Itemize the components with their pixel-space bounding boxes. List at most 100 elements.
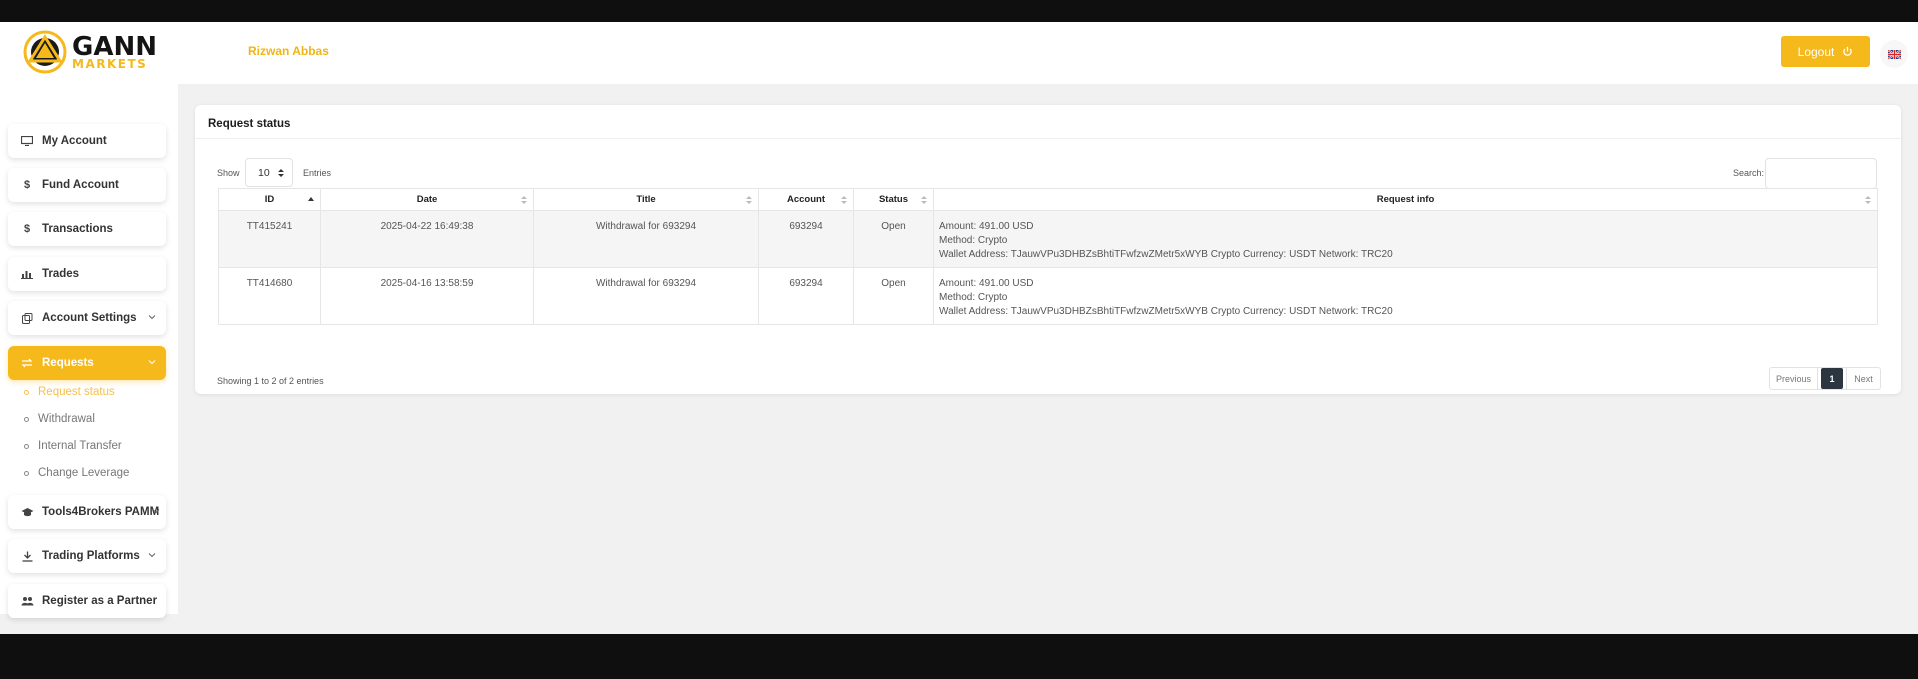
sidebar-item-tools4brokers-pamm[interactable]: Tools4Brokers PAMM (8, 495, 166, 529)
cell-date: 2025-04-16 13:58:59 (320, 267, 534, 325)
table-info-text: Showing 1 to 2 of 2 entries (217, 376, 324, 386)
select-caret-icon (278, 169, 284, 177)
swap-icon (20, 358, 34, 368)
info-amount: Amount: 491.00 USD (939, 278, 1034, 289)
info-wallet: Wallet Address: TJauwVPu3DHBZsBhtiTFwfzw… (939, 249, 1393, 260)
bullet-icon (24, 389, 29, 395)
sidebar-item-label: Transactions (42, 223, 113, 235)
download-icon (20, 551, 34, 562)
sidebar-item-label: Requests (42, 357, 94, 369)
sidebar-item-label: Account Settings (42, 312, 137, 324)
logout-label: Logout (1797, 44, 1835, 59)
pagination-previous-button[interactable]: Previous (1770, 368, 1818, 389)
users-icon (20, 596, 34, 606)
sort-icon (1865, 196, 1871, 204)
uk-flag-icon (1887, 49, 1901, 59)
cell-account: 693294 (758, 210, 854, 268)
page-size-select[interactable]: 10 (245, 158, 293, 187)
column-header-id[interactable]: ID (218, 188, 321, 211)
column-header-status[interactable]: Status (853, 188, 934, 211)
info-amount: Amount: 491.00 USD (939, 221, 1034, 232)
sidebar-item-label: Fund Account (42, 179, 119, 191)
bottom-bar (0, 634, 1918, 679)
cell-title: Withdrawal for 693294 (533, 210, 759, 268)
cell-id: TT415241 (218, 210, 321, 268)
sidebar: My Account $ Fund Account $ Transactions… (0, 84, 178, 618)
sidebar-item-my-account[interactable]: My Account (8, 124, 166, 158)
sidebar-item-trades[interactable]: Trades (8, 257, 166, 291)
chevron-down-icon (148, 553, 156, 558)
chevron-down-icon (148, 360, 156, 365)
cell-status: Open (853, 267, 934, 325)
settings-icon (20, 312, 34, 324)
sidebar-item-requests[interactable]: Requests (8, 346, 166, 380)
search-label: Search: (1733, 168, 1765, 178)
power-icon (1843, 46, 1853, 56)
sidebar-item-register-partner[interactable]: Register as a Partner (8, 584, 166, 618)
requests-table: ID Date Title Account Status Request inf… (218, 188, 1878, 325)
language-selector[interactable] (1880, 40, 1908, 68)
dollar-icon: $ (23, 223, 31, 235)
brand-logo[interactable]: GANN MARKETS (22, 28, 162, 76)
dollar-icon: $ (23, 179, 31, 191)
chevron-down-icon (148, 315, 156, 320)
sidebar-subitem-request-status[interactable]: Request status (24, 386, 115, 398)
sidebar-subitem-label: Withdrawal (38, 413, 95, 425)
sidebar-item-transactions[interactable]: $ Transactions (8, 212, 166, 246)
logout-button[interactable]: Logout (1781, 36, 1870, 67)
sidebar-item-trading-platforms[interactable]: Trading Platforms (8, 539, 166, 573)
cell-date: 2025-04-22 16:49:38 (320, 210, 534, 268)
sidebar-item-fund-account[interactable]: $ Fund Account (8, 168, 166, 202)
card-title: Request status (208, 118, 291, 130)
table-header-row: ID Date Title Account Status Request inf… (218, 188, 1878, 211)
pagination-next-button[interactable]: Next (1846, 368, 1880, 389)
bullet-icon (24, 443, 29, 449)
info-wallet: Wallet Address: TJauwVPu3DHBZsBhtiTFwfzw… (939, 306, 1393, 317)
sort-icon (841, 196, 847, 204)
sort-asc-icon (308, 197, 314, 201)
page-size-value: 10 (258, 166, 270, 179)
show-label: Show (217, 168, 240, 178)
sidebar-item-label: Trades (42, 268, 80, 280)
bullet-icon (24, 470, 29, 476)
sort-icon (921, 196, 927, 204)
sidebar-subitem-withdrawal[interactable]: Withdrawal (24, 413, 95, 425)
top-header: GANN MARKETS Rizwan Abbas Logout (0, 22, 1918, 84)
column-header-request-info[interactable]: Request info (933, 188, 1878, 211)
bullet-icon (24, 416, 29, 422)
gann-logo-icon (23, 30, 67, 74)
sort-icon (521, 196, 527, 204)
pagination: Previous 1 Next (1769, 367, 1881, 390)
info-method: Method: Crypto (939, 235, 1008, 246)
sidebar-subitem-label: Change Leverage (38, 467, 130, 479)
sidebar-item-label: My Account (42, 135, 107, 147)
pagination-page-1[interactable]: 1 (1821, 368, 1843, 389)
sidebar-subitem-change-leverage[interactable]: Change Leverage (24, 467, 129, 479)
cell-status: Open (853, 210, 934, 268)
column-header-date[interactable]: Date (320, 188, 534, 211)
column-header-account[interactable]: Account (758, 188, 854, 211)
monitor-icon (20, 136, 34, 146)
cell-request-info: Amount: 491.00 USD Method: Crypto Wallet… (933, 210, 1878, 268)
sidebar-item-account-settings[interactable]: Account Settings (8, 301, 166, 335)
sort-icon (746, 196, 752, 204)
cell-id: TT414680 (218, 267, 321, 325)
search-input[interactable] (1765, 158, 1877, 189)
logo-markets-text: MARKETS (72, 57, 148, 71)
sidebar-subitem-label: Internal Transfer (38, 440, 122, 452)
cell-account: 693294 (758, 267, 854, 325)
entries-label: Entries (303, 168, 332, 178)
user-name: Rizwan Abbas (248, 44, 329, 58)
sidebar-subitem-label: Request status (38, 386, 115, 398)
chevron-down-icon (152, 509, 160, 514)
request-status-card: Request status Show 10 Entries Search: I (195, 105, 1901, 394)
sidebar-subitem-internal-transfer[interactable]: Internal Transfer (24, 440, 122, 452)
table-row[interactable]: TT414680 2025-04-16 13:58:59 Withdrawal … (218, 267, 1878, 325)
cell-title: Withdrawal for 693294 (533, 267, 759, 325)
column-header-title[interactable]: Title (533, 188, 759, 211)
app-window: GANN MARKETS Rizwan Abbas Logout My Acco… (0, 22, 1918, 634)
sidebar-item-label: Register as a Partner (42, 595, 158, 607)
graduation-cap-icon (20, 507, 34, 517)
card-divider (195, 138, 1901, 139)
table-row[interactable]: TT415241 2025-04-22 16:49:38 Withdrawal … (218, 210, 1878, 268)
